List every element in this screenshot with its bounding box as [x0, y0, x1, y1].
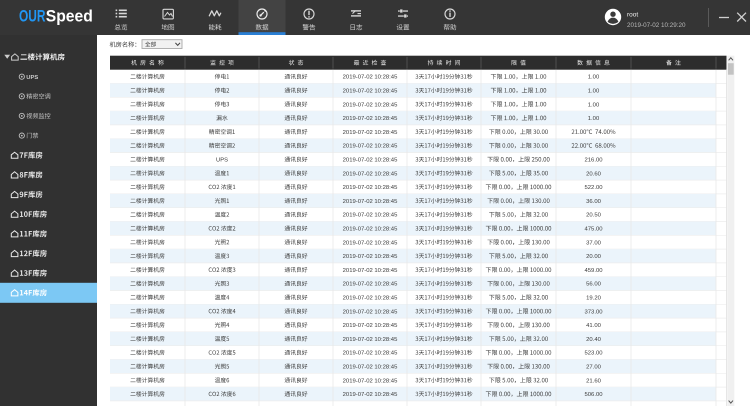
svg-text:1.00: 1.00	[588, 89, 600, 95]
svg-text:459.00: 459.00	[584, 268, 603, 274]
svg-text:2019-07-02 10:29:20: 2019-07-02 10:29:20	[627, 22, 686, 29]
svg-text:37.00: 37.00	[586, 240, 601, 246]
svg-text:1.00: 1.00	[588, 116, 600, 122]
svg-text:2019-07-02 10:28:45: 2019-07-02 10:28:45	[343, 227, 398, 233]
svg-text:2019-07-02 10:28:45: 2019-07-02 10:28:45	[343, 351, 398, 357]
svg-text:2019-07-02 10:28:45: 2019-07-02 10:28:45	[343, 282, 398, 288]
svg-text:522.00: 522.00	[584, 185, 603, 191]
svg-text:2019-07-02 10:28:45: 2019-07-02 10:28:45	[343, 323, 398, 329]
svg-text:2019-07-02 10:28:45: 2019-07-02 10:28:45	[343, 75, 398, 81]
svg-text:OUR: OUR	[19, 7, 46, 26]
svg-text:475.00: 475.00	[584, 227, 603, 233]
svg-text:Speed: Speed	[46, 7, 93, 26]
svg-text:2019-07-02 10:28:45: 2019-07-02 10:28:45	[343, 213, 398, 219]
svg-text:2019-07-02 10:28:45: 2019-07-02 10:28:45	[343, 309, 398, 315]
svg-text:2019-07-02 10:28:45: 2019-07-02 10:28:45	[343, 378, 398, 384]
svg-text:19.20: 19.20	[586, 296, 601, 302]
svg-text:41.00: 41.00	[586, 323, 601, 329]
svg-text:1.00: 1.00	[588, 102, 600, 108]
svg-text:UPS: UPS	[216, 158, 228, 164]
svg-text:506.00: 506.00	[584, 392, 603, 398]
svg-text:20.60: 20.60	[586, 171, 601, 177]
svg-text:2019-07-02 10:28:45: 2019-07-02 10:28:45	[343, 254, 398, 260]
svg-text:2019-07-02 10:28:45: 2019-07-02 10:28:45	[343, 392, 398, 398]
svg-text:UPS: UPS	[26, 75, 38, 81]
svg-text:2019-07-02 10:28:45: 2019-07-02 10:28:45	[343, 171, 398, 177]
svg-text:36.00: 36.00	[586, 199, 601, 205]
svg-text:2019-07-02 10:28:45: 2019-07-02 10:28:45	[343, 130, 398, 136]
svg-text:2019-07-02 10:28:45: 2019-07-02 10:28:45	[343, 116, 398, 122]
svg-text:2019-07-02 10:28:45: 2019-07-02 10:28:45	[343, 102, 398, 108]
svg-text:27.00: 27.00	[586, 365, 601, 371]
svg-text:2019-07-02 10:28:45: 2019-07-02 10:28:45	[343, 185, 398, 191]
svg-text:2019-07-02 10:28:45: 2019-07-02 10:28:45	[343, 268, 398, 274]
svg-text:2019-07-02 10:28:45: 2019-07-02 10:28:45	[343, 240, 398, 246]
svg-text:1.00: 1.00	[588, 75, 600, 81]
svg-text:216.00: 216.00	[584, 158, 603, 164]
svg-text:523.00: 523.00	[584, 351, 603, 357]
svg-text:21.60: 21.60	[586, 378, 601, 384]
svg-text:2019-07-02 10:28:45: 2019-07-02 10:28:45	[343, 296, 398, 302]
svg-text:2019-07-02 10:28:45: 2019-07-02 10:28:45	[343, 144, 398, 150]
svg-text:2019-07-02 10:28:45: 2019-07-02 10:28:45	[343, 199, 398, 205]
svg-text:20.50: 20.50	[586, 213, 601, 219]
svg-text:2019-07-02 10:28:45: 2019-07-02 10:28:45	[343, 158, 398, 164]
svg-text:20.00: 20.00	[586, 254, 601, 260]
svg-text:20.40: 20.40	[586, 337, 601, 343]
svg-text:2019-07-02 10:28:45: 2019-07-02 10:28:45	[343, 89, 398, 95]
svg-text:373.00: 373.00	[584, 309, 603, 315]
svg-text:2019-07-02 10:28:45: 2019-07-02 10:28:45	[343, 365, 398, 371]
svg-text:2019-07-02 10:28:45: 2019-07-02 10:28:45	[343, 337, 398, 343]
svg-text:root: root	[627, 11, 638, 18]
svg-text:56.00: 56.00	[586, 282, 601, 288]
